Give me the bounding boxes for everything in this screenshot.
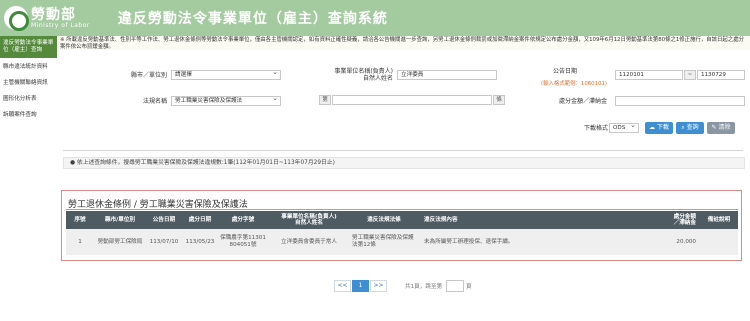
col-law-content: 違反法規內容 — [424, 216, 458, 223]
cell-amount: 20,000 — [676, 238, 696, 245]
jump-page-input[interactable] — [446, 280, 464, 292]
form-divider — [63, 150, 743, 151]
result-summary: ● 依上述查詢條件，搜尋勞工職業災害保險及保護法違規數:1筆(112年01月01… — [63, 157, 745, 169]
article-suffix: 條 — [493, 95, 505, 105]
col-company: 事業單位名稱(負責人) 自然人姓名 — [281, 213, 337, 227]
cell-law-article: 勞工職業災害保險及保護法第12條 — [352, 235, 414, 248]
sidebar-item-authority-contacts[interactable]: 主管機關聯絡資訊 — [0, 78, 57, 89]
law-label: 法規名稱 — [142, 98, 167, 105]
county-label: 縣市／單位別 — [130, 72, 167, 79]
legal-notice: ※ 所載違反勞動基準法、性別平等工作法、勞工退休金條例等勞動法令事業單位，僅由各… — [57, 36, 750, 50]
bullet-icon: ● — [70, 160, 77, 166]
download-format-select[interactable]: ODS — [609, 123, 639, 133]
cell-penalty-number: 保職農字第11301804051號 — [220, 235, 266, 248]
law-select[interactable]: 勞工職業災害保險及保護法 — [171, 96, 281, 106]
company-label: 事業單位名稱(負責人) 自然人姓名 — [334, 68, 393, 82]
article-prefix: 第 — [319, 95, 331, 105]
col-county: 縣市/單位別 — [104, 216, 135, 223]
pagination: << 1 >> — [334, 280, 388, 292]
sidebar: 違反勞動法令事業單位（雇主）查詢 縣市違法統計資料 主管機關聯絡資訊 圖形化分析… — [0, 36, 57, 121]
search-button[interactable]: ⌕ 查詢 — [676, 122, 704, 134]
next-page-button[interactable]: >> — [370, 280, 387, 292]
ministry-emblem-icon — [4, 6, 29, 31]
date-to-input[interactable]: 1130729 — [697, 70, 745, 80]
announce-date-label: 公告日期 — [552, 68, 577, 75]
company-name-input[interactable]: 立洋委員 — [397, 70, 497, 80]
cell-index: 1 — [78, 238, 82, 245]
page-suffix: 頁 — [466, 284, 472, 290]
county-select[interactable]: 請選擇 — [171, 70, 281, 80]
col-penalty-number: 處分字號 — [231, 216, 255, 223]
col-law-article: 違反法規法條 — [367, 216, 401, 223]
table-row: 1 勞動部勞工保險局 113/07/10 113/05/23 保職農字第1130… — [66, 229, 738, 255]
search-form: 縣市／單位別 請選擇 事業單位名稱(負責人) 自然人姓名 立洋委員 公告日期 1… — [57, 50, 750, 142]
download-format-label: 下載格式 — [583, 125, 608, 132]
cell-company: 立洋委員會委員于常人 — [281, 238, 337, 245]
sidebar-item-violation-search[interactable]: 違反勞動法令事業單位（雇主）查詢 — [0, 36, 57, 58]
sidebar-item-county-stats[interactable]: 縣市違法統計資料 — [0, 62, 57, 73]
cloud-download-icon: ☁ — [649, 124, 657, 131]
cell-remark — [700, 229, 738, 255]
cell-penalty-date: 113/05/23 — [185, 238, 215, 245]
penalty-amount-label: 處分金額／滯納金 — [558, 98, 607, 105]
prev-page-button[interactable]: << — [334, 280, 351, 292]
sidebar-item-charts[interactable]: 圖形化分析表 — [0, 94, 57, 105]
col-index: 序號 — [74, 216, 86, 223]
date-format-hint: (輸入格式範例：1060101) — [541, 81, 607, 87]
clear-button[interactable]: ✎ 清除 — [707, 122, 735, 134]
date-range-separator: ~ — [684, 70, 696, 80]
sidebar-item-appeal-search[interactable]: 訴願案件查詢 — [0, 110, 57, 121]
col-announce-date: 公告日期 — [152, 216, 176, 223]
cell-announce-date: 113/07/10 — [149, 238, 179, 245]
logo-english-name: Ministry of Labor — [31, 21, 90, 29]
date-from-input[interactable]: 1120101 — [615, 70, 683, 80]
cell-county: 勞動部勞工保險局 — [97, 238, 143, 245]
page-1-button[interactable]: 1 — [352, 280, 369, 292]
app-header: 勞動部 Ministry of Labor 違反勞動法令事業單位（雇主）查詢系統 — [0, 0, 750, 36]
penalty-amount-input[interactable] — [615, 96, 745, 106]
col-amount: 處分金額 ／滯納金 — [673, 213, 696, 227]
article-number-input[interactable] — [332, 95, 492, 105]
cell-law-content: 未為所屬勞工辦理投保、退保手續。 — [424, 238, 514, 245]
page-info: 共1頁，跳至第 — [405, 284, 443, 290]
system-title: 違反勞動法令事業單位（雇主）查詢系統 — [117, 11, 388, 27]
section-title-rule — [66, 209, 738, 210]
download-button[interactable]: ☁ 下載 — [645, 122, 673, 134]
logo-chinese-name: 勞動部 — [31, 6, 76, 23]
ministry-logo[interactable]: 勞動部 Ministry of Labor — [4, 6, 90, 31]
results-table-header: 序號 縣市/單位別 公告日期 處分日期 處分字號 事業單位名稱(負責人) 自然人… — [66, 211, 738, 229]
col-remark: 備註說明 — [707, 216, 731, 223]
col-penalty-date: 處分日期 — [188, 216, 212, 223]
